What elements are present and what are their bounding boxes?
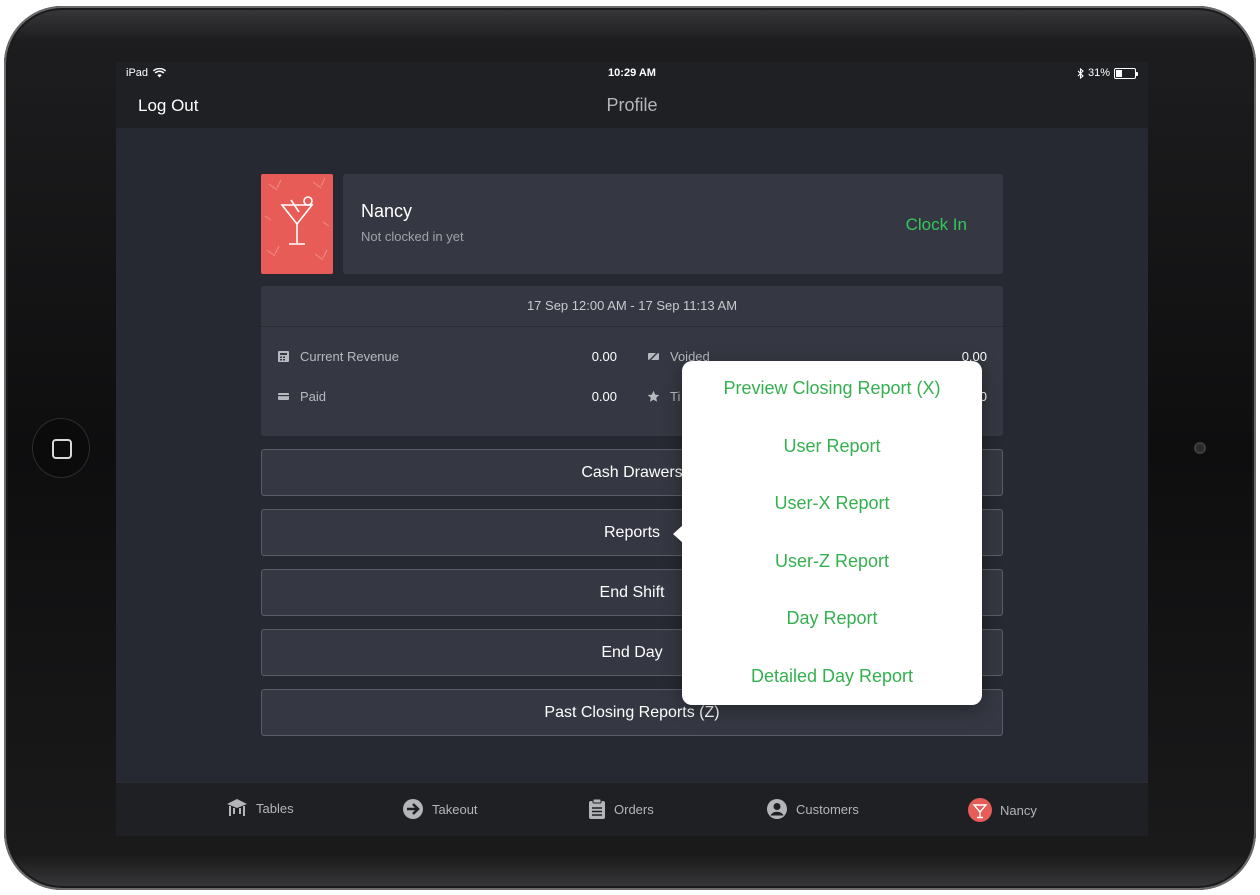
user-z-report-option[interactable]: User-Z Report [682, 551, 982, 572]
user-name: Nancy [361, 201, 413, 221]
user-report-option[interactable]: User Report [682, 436, 982, 457]
battery-icon [1114, 67, 1138, 79]
cocktail-avatar-icon [968, 798, 992, 822]
screen: iPad 10:29 AM 31% Log Out Profile Nancy … [116, 62, 1148, 836]
profile-info: Nancy Not clocked in yet Clock In [343, 174, 1003, 274]
stat-label: Ti [670, 389, 681, 404]
reports-popover: Preview Closing Report (X) User Report U… [673, 361, 982, 705]
camera-icon [1194, 442, 1206, 454]
card-icon [278, 393, 289, 400]
orders-icon [589, 798, 605, 819]
day-report-option[interactable]: Day Report [682, 608, 982, 629]
detailed-day-report-option[interactable]: Detailed Day Report [682, 666, 982, 687]
profile-card: Nancy Not clocked in yet Clock In [261, 174, 1003, 274]
stat-value: 0.00 [591, 349, 617, 364]
tab-bar: Tables Takeout Orders Customers Nancy [116, 782, 1148, 836]
tab-tables[interactable]: Tables [226, 798, 294, 818]
page-title: Profile [606, 95, 658, 115]
status-bar: iPad 10:29 AM 31% [116, 62, 1148, 84]
stat-value: 0.00 [591, 389, 617, 404]
avatar [261, 174, 333, 274]
nav-bar: Log Out Profile [116, 84, 1148, 128]
home-square-icon [52, 439, 72, 459]
tab-label: Orders [614, 801, 654, 817]
tab-nancy[interactable]: Nancy [968, 798, 1037, 822]
tab-customers[interactable]: Customers [766, 798, 859, 820]
tab-label: Customers [796, 801, 859, 817]
customers-icon [767, 799, 787, 819]
tab-orders[interactable]: Orders [588, 798, 654, 820]
home-button[interactable] [32, 418, 90, 478]
stat-label: Paid [300, 389, 327, 404]
bluetooth-icon [1077, 67, 1084, 79]
stat-paid: Paid [277, 389, 326, 404]
tab-label: Takeout [432, 801, 478, 817]
stat-current-revenue: Current Revenue [277, 349, 399, 364]
tab-takeout[interactable]: Takeout [402, 798, 478, 820]
tab-label: Nancy [1000, 802, 1037, 818]
cocktail-pattern-icon [264, 177, 330, 261]
tables-icon [227, 799, 247, 816]
popover-arrow [673, 525, 683, 543]
battery-percent: 31% [1087, 67, 1110, 79]
date-range: 17 Sep 12:00 AM - 17 Sep 11:13 AM [261, 286, 1003, 327]
takeout-icon [403, 799, 423, 819]
user-x-report-option[interactable]: User-X Report [682, 493, 982, 514]
clock-in-button[interactable]: Clock In [906, 215, 967, 235]
clock-status: Not clocked in yet [361, 229, 464, 244]
preview-closing-report-option[interactable]: Preview Closing Report (X) [682, 378, 982, 399]
stat-tips: Ti [647, 389, 680, 404]
stat-label: Current Revenue [300, 349, 399, 364]
tab-label: Tables [256, 800, 294, 816]
star-icon [647, 390, 660, 402]
status-time: 10:29 AM [608, 67, 656, 79]
voided-icon [648, 351, 659, 362]
register-icon [278, 351, 289, 362]
